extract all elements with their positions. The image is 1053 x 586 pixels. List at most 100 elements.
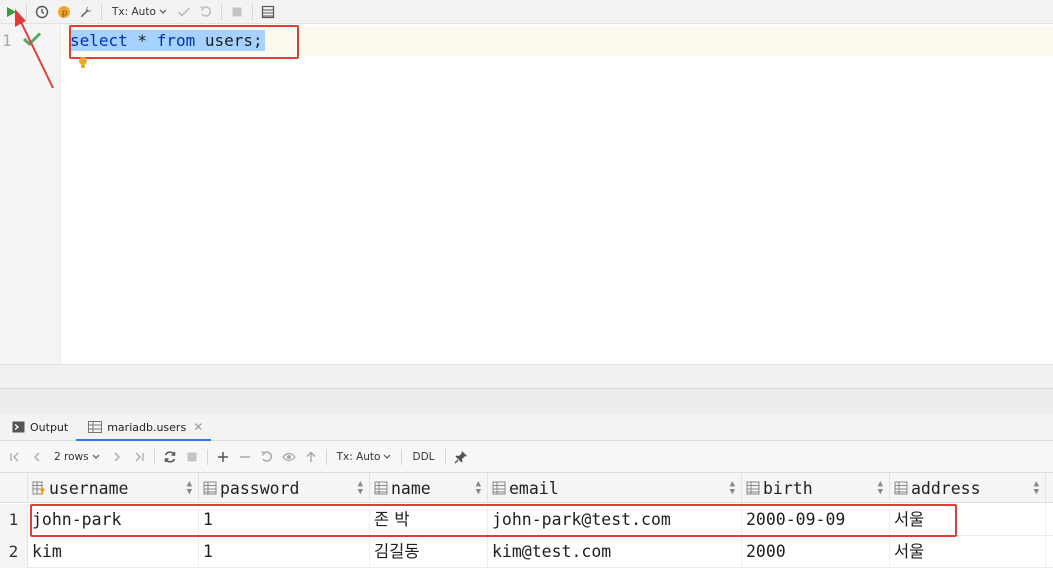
next-page-button[interactable] <box>106 446 128 468</box>
column-name: password <box>220 478 300 498</box>
transaction-mode-dropdown[interactable]: Tx: Auto <box>106 6 173 18</box>
delete-row-button[interactable] <box>234 446 256 468</box>
tab-output[interactable]: Output <box>0 414 76 440</box>
add-row-button[interactable] <box>212 446 234 468</box>
table-icon <box>88 421 103 433</box>
rollback-button[interactable] <box>195 1 217 23</box>
editor-toolbar: p Tx: Auto <box>0 0 1053 24</box>
last-page-button[interactable] <box>128 446 150 468</box>
transaction-mode-label: Tx: Auto <box>336 450 381 463</box>
result-toolbar: 2 rows Tx: Auto DDL <box>0 441 1053 473</box>
pin-tab-button[interactable] <box>450 446 472 468</box>
ddl-button[interactable]: DDL <box>406 451 440 463</box>
column-header-password[interactable]: password ▲ ▼ <box>199 473 370 503</box>
last-page-icon <box>135 452 144 461</box>
toolbar-divider <box>206 448 208 465</box>
toolbar-divider <box>401 448 403 465</box>
chevron-right-icon <box>114 452 120 461</box>
sort-icon[interactable]: ▲ ▼ <box>358 480 363 497</box>
sort-icon[interactable]: ▲ ▼ <box>476 480 481 497</box>
database-console: p Tx: Auto 1 select * from users; Output… <box>0 0 1053 586</box>
ddl-label: DDL <box>412 450 435 463</box>
sort-icon[interactable]: ▲ ▼ <box>878 480 883 497</box>
row-count-label: 2 rows <box>54 450 89 463</box>
first-page-button[interactable] <box>4 446 26 468</box>
annotation-arrow <box>15 9 54 89</box>
refresh-button[interactable] <box>159 446 181 468</box>
cell-email[interactable]: kim@test.com <box>488 536 742 568</box>
toolbar-divider <box>444 448 446 465</box>
result-row-highlight-box <box>30 504 957 537</box>
stop-icon <box>187 452 197 461</box>
stop-icon <box>232 7 242 16</box>
toolbar-divider <box>220 3 222 20</box>
stop-button[interactable] <box>226 1 248 23</box>
submit-changes-button[interactable] <box>300 446 322 468</box>
undo-icon <box>260 450 272 462</box>
layout-button[interactable] <box>257 1 279 23</box>
minus-icon <box>239 455 250 458</box>
query-highlight-box <box>69 25 299 59</box>
cancel-query-button[interactable] <box>181 446 203 468</box>
column-icon <box>203 481 217 495</box>
commit-button[interactable] <box>173 1 195 23</box>
previous-page-button[interactable] <box>26 446 48 468</box>
chevron-left-icon <box>34 452 40 461</box>
panel-splitter[interactable] <box>0 388 1053 414</box>
column-icon <box>746 481 760 495</box>
grid-header: username ▲ ▼ password ▲ ▼ name ▲ ▼ email ▲ ▼… <box>0 473 1053 503</box>
plus-icon <box>217 451 228 462</box>
column-icon <box>492 481 506 495</box>
chevron-down-icon <box>384 454 391 459</box>
column-name: name <box>391 478 431 498</box>
column-header-birth[interactable]: birth ▲ ▼ <box>742 473 890 503</box>
column-name: email <box>509 478 559 498</box>
chevron-down-icon <box>159 9 167 14</box>
row-count-dropdown[interactable]: 2 rows <box>48 451 106 463</box>
cell-password[interactable]: 1 <box>199 536 370 568</box>
column-header-email[interactable]: email ▲ ▼ <box>488 473 742 503</box>
tab-label: mariadb.users <box>107 420 187 434</box>
sql-editor[interactable]: 1 select * from users; <box>0 24 1053 364</box>
chevron-down-icon <box>92 454 100 459</box>
primary-key-column-icon <box>32 481 45 495</box>
eye-icon <box>281 452 296 461</box>
cell-name[interactable]: 김길동 <box>370 536 488 568</box>
row-number-header <box>0 473 28 503</box>
revert-button[interactable] <box>256 446 278 468</box>
table-row[interactable]: 2 kim 1 김길동 kim@test.com 2000 서울 <box>0 536 1053 568</box>
toolbar-divider <box>153 448 155 465</box>
refresh-icon <box>164 450 175 463</box>
cell-address[interactable]: 서울 <box>890 536 1046 568</box>
toolbar-divider <box>251 3 253 20</box>
column-header-address[interactable]: address ▲ ▼ <box>890 473 1046 503</box>
editor-status-strip <box>0 364 1053 388</box>
sort-icon[interactable]: ▲ ▼ <box>187 480 192 497</box>
settings-button[interactable] <box>75 1 97 23</box>
cell-birth[interactable]: 2000 <box>742 536 890 568</box>
arrow-up-icon <box>306 450 316 462</box>
tab-label: Output <box>30 420 69 434</box>
undo-icon <box>200 5 211 17</box>
column-name: birth <box>763 478 813 498</box>
column-header-username[interactable]: username ▲ ▼ <box>28 473 199 503</box>
sort-icon[interactable]: ▲ ▼ <box>1034 480 1039 497</box>
sort-icon[interactable]: ▲ ▼ <box>730 480 735 497</box>
row-number[interactable]: 1 <box>0 504 28 536</box>
transaction-mode-label: Tx: Auto <box>112 5 156 18</box>
toolbar-divider <box>325 448 327 465</box>
tab-mariadb-users[interactable]: mariadb.users ✕ <box>76 414 212 441</box>
result-transaction-mode-dropdown[interactable]: Tx: Auto <box>331 451 398 463</box>
column-name: username <box>49 478 129 498</box>
console-icon <box>12 421 25 433</box>
first-page-icon <box>10 452 19 461</box>
wrench-icon <box>80 6 92 17</box>
cell-username[interactable]: kim <box>28 536 199 568</box>
preview-changes-button[interactable] <box>278 446 300 468</box>
column-icon <box>894 481 908 495</box>
row-number[interactable]: 2 <box>0 536 28 568</box>
column-name: address <box>911 478 981 498</box>
close-icon[interactable]: ✕ <box>193 420 203 434</box>
lightbulb-icon[interactable] <box>77 56 89 70</box>
column-header-name[interactable]: name ▲ ▼ <box>370 473 488 503</box>
